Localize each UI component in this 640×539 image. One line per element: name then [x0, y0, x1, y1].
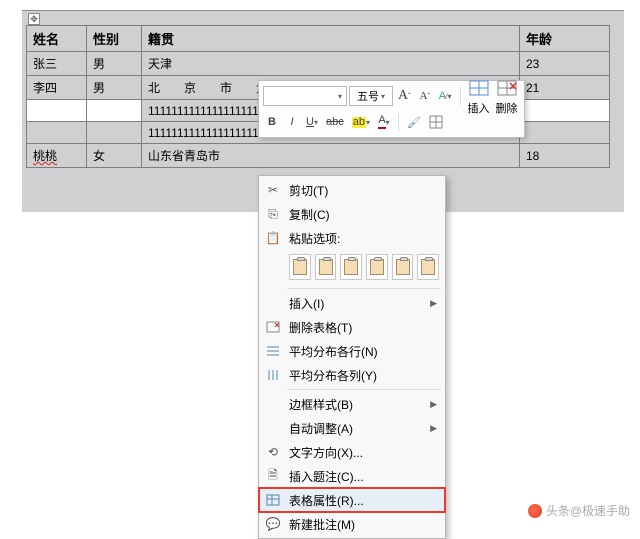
menu-border-styles[interactable]: 边框样式(B) ▶ — [259, 392, 445, 416]
chevron-down-icon: ▾ — [338, 92, 342, 101]
clipboard-icon: 📋 — [263, 231, 283, 245]
menu-new-comment[interactable]: 💬 新建批注(M) — [259, 512, 445, 536]
scissors-icon: ✂ — [263, 183, 283, 197]
font-size-value: 五号 — [357, 88, 379, 104]
cell-name[interactable] — [27, 122, 87, 144]
cell-gender[interactable] — [87, 122, 142, 144]
cell-origin[interactable]: 天津 — [142, 52, 520, 76]
cell-gender[interactable] — [87, 100, 142, 122]
menu-separator — [287, 288, 441, 289]
delete-table-icon — [263, 321, 283, 333]
menu-insert-caption[interactable]: 🗎 插入题注(C)... — [259, 464, 445, 488]
copy-icon: ⎘ — [263, 207, 283, 222]
bold-button[interactable]: B — [263, 112, 281, 132]
cell-age[interactable]: 18 — [520, 144, 610, 168]
menu-separator — [287, 389, 441, 390]
delete-table-icon — [494, 77, 520, 99]
cell-name[interactable]: 张三 — [27, 52, 87, 76]
cell-age[interactable] — [520, 122, 610, 144]
cell-age[interactable]: 23 — [520, 52, 610, 76]
menu-distribute-cols[interactable]: 平均分布各列(Y) — [259, 363, 445, 387]
table-header-row: 姓名 性别 籍贯 年龄 — [27, 26, 610, 52]
cell-gender[interactable]: 男 — [87, 52, 142, 76]
font-size-dropdown[interactable]: 五号 ▾ — [349, 86, 393, 106]
table-row: 张三 男 天津 23 — [27, 52, 610, 76]
menu-insert[interactable]: 插入(I) ▶ — [259, 291, 445, 315]
menu-text-direction[interactable]: ⟲ 文字方向(X)... — [259, 440, 445, 464]
distribute-rows-icon — [263, 345, 283, 357]
header-gender: 性别 — [87, 26, 142, 52]
menu-autofit[interactable]: 自动调整(A) ▶ — [259, 416, 445, 440]
grow-font-button[interactable]: Aˆ — [395, 86, 414, 106]
watermark: 头条@极速手助 — [528, 502, 630, 519]
cell-name[interactable]: 桃桃 — [27, 144, 87, 168]
cell-age[interactable]: 21 — [520, 76, 610, 100]
borders-button[interactable] — [426, 112, 446, 132]
paste-option-overwrite[interactable] — [366, 254, 388, 280]
chevron-down-icon: ▾ — [381, 92, 385, 101]
chevron-right-icon: ▶ — [430, 399, 437, 410]
text-direction-icon: ⟲ — [263, 445, 283, 459]
styles-dropdown[interactable]: A⁄▾ — [436, 86, 455, 106]
delete-label: 删除 — [496, 100, 518, 116]
menu-table-properties[interactable]: 表格属性(R)... — [259, 488, 445, 512]
watermark-text: 头条@极速手助 — [546, 502, 630, 519]
table-context-menu: ✂ 剪切(T) ⎘ 复制(C) 📋 粘贴选项: 插入(I) ▶ 删除表格(T) … — [258, 175, 446, 539]
comment-icon: 💬 — [263, 517, 283, 531]
cell-age[interactable] — [520, 100, 610, 122]
menu-paste-options-label: 📋 粘贴选项: — [259, 226, 445, 250]
chevron-right-icon: ▶ — [430, 423, 437, 434]
menu-distribute-rows[interactable]: 平均分布各行(N) — [259, 339, 445, 363]
insert-table-icon — [466, 77, 492, 99]
cell-name[interactable] — [27, 100, 87, 122]
table-move-handle[interactable]: ✥ — [28, 13, 40, 25]
insert-label: 插入 — [468, 100, 490, 116]
table-row: 桃桃 女 山东省青岛市 18 — [27, 144, 610, 168]
font-color-button[interactable]: A▾ — [375, 112, 393, 132]
cell-gender[interactable]: 男 — [87, 76, 142, 100]
paste-option-keep-source[interactable] — [392, 254, 414, 280]
italic-button[interactable]: I — [283, 112, 301, 132]
shrink-font-button[interactable]: Aˇ — [416, 86, 434, 106]
cell-origin[interactable]: 山东省青岛市 — [142, 144, 520, 168]
header-name: 姓名 — [27, 26, 87, 52]
strikethrough-button[interactable]: abc — [323, 112, 347, 132]
delete-group[interactable]: 删除 — [494, 77, 520, 116]
caption-icon: 🗎 — [263, 466, 283, 487]
paste-option-nest-table[interactable] — [289, 254, 311, 280]
highlight-button[interactable]: ab▾ — [349, 112, 373, 132]
format-painter-button[interactable]: 🖌 — [404, 112, 424, 132]
distribute-cols-icon — [263, 369, 283, 381]
header-age: 年龄 — [520, 26, 610, 52]
header-origin: 籍贯 — [142, 26, 520, 52]
chevron-right-icon: ▶ — [430, 298, 437, 309]
cell-name[interactable]: 李四 — [27, 76, 87, 100]
paste-option-text-only[interactable] — [417, 254, 439, 280]
menu-cut[interactable]: ✂ 剪切(T) — [259, 178, 445, 202]
paste-option-insert-rows[interactable] — [340, 254, 362, 280]
font-family-dropdown[interactable]: ▾ — [263, 86, 347, 106]
underline-button[interactable]: U▾ — [303, 112, 321, 132]
table-properties-icon — [263, 494, 283, 506]
menu-delete-table[interactable]: 删除表格(T) — [259, 315, 445, 339]
paste-options-row — [259, 250, 445, 286]
insert-group[interactable]: 插入 — [466, 77, 492, 116]
menu-copy[interactable]: ⎘ 复制(C) — [259, 202, 445, 226]
toutiao-logo-icon — [528, 504, 542, 518]
mini-toolbar: ▾ 五号 ▾ Aˆ Aˇ A⁄▾ 插入 删除 B I U▾ abc ab▾ A▾ — [258, 80, 525, 138]
cell-gender[interactable]: 女 — [87, 144, 142, 168]
paste-option-merge[interactable] — [315, 254, 337, 280]
